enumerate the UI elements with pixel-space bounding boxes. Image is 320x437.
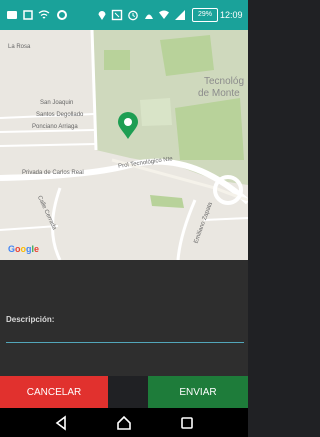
- alarm-icon: [128, 10, 138, 21]
- notification-icon: [7, 11, 17, 19]
- street-label: Privada de Carlos Real: [22, 170, 84, 176]
- map-background: [0, 30, 248, 260]
- recents-icon[interactable]: [178, 414, 196, 432]
- street-label: La Rosa: [8, 44, 31, 50]
- wifi-icon: [38, 10, 50, 19]
- map-marker-icon[interactable]: [117, 112, 139, 140]
- street-label: Ponciano Arriaga: [32, 124, 78, 130]
- cancel-button[interactable]: CANCELAR: [0, 376, 108, 408]
- map-view[interactable]: La Rosa San Joaquin Santos Degollado Pon…: [0, 30, 248, 260]
- street-label: San Joaquin: [40, 100, 74, 106]
- street-label: Santos Degollado: [36, 112, 84, 118]
- navigation-bar: [0, 408, 248, 437]
- square-icon: [23, 10, 33, 20]
- home-icon[interactable]: [115, 414, 133, 432]
- google-logo: Google: [8, 244, 40, 254]
- wifi-icon: [159, 10, 169, 19]
- clock: 12:09: [220, 10, 243, 20]
- settings-icon: [57, 10, 67, 20]
- alarm-icon: [145, 14, 153, 19]
- back-icon[interactable]: [52, 414, 70, 432]
- location-icon: [98, 11, 106, 20]
- poi-label: Tecnológ: [204, 76, 245, 87]
- status-bar: 29% 12:09: [0, 0, 248, 30]
- poi-label: de Monte: [198, 88, 240, 99]
- send-button[interactable]: ENVIAR: [148, 376, 248, 408]
- battery-indicator: 29%: [192, 8, 218, 22]
- description-form: Descripción:: [0, 260, 248, 376]
- nfc-icon: [111, 9, 123, 21]
- description-label: Descripción:: [6, 315, 55, 324]
- description-underline: [6, 342, 244, 343]
- signal-icon: [175, 10, 185, 20]
